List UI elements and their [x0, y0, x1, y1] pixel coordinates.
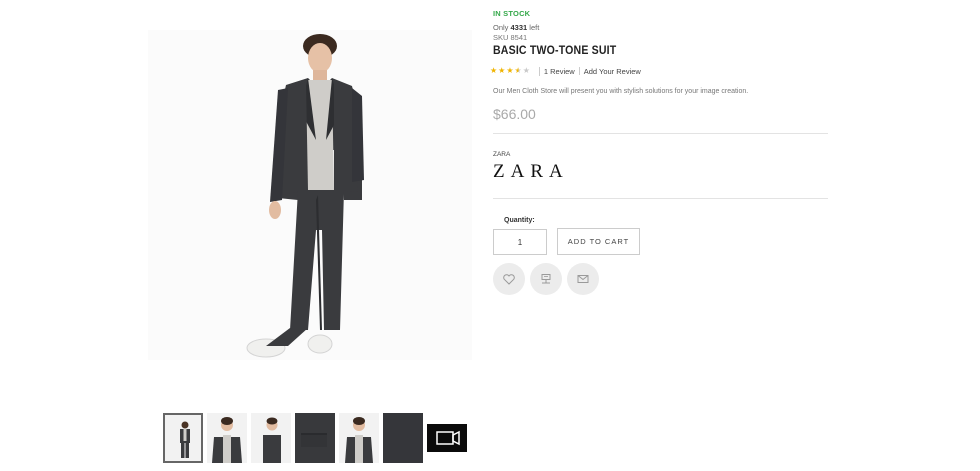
thumbnail-video[interactable]	[427, 413, 467, 463]
rating: ★ ★ ★ ★ ★ 1 Review Add Your Review	[490, 66, 641, 76]
thumbnail-6[interactable]	[383, 413, 423, 463]
availability-count: 4331	[510, 23, 528, 32]
thumbnail-5[interactable]	[339, 413, 379, 463]
star-icon: ★	[506, 66, 514, 75]
brand-logo[interactable]: ZARA	[493, 161, 569, 183]
heart-icon	[503, 273, 515, 285]
product-description: Our Men Cloth Store will present you wit…	[493, 88, 749, 95]
thumbnail-2[interactable]	[207, 413, 247, 463]
model-figure	[246, 34, 364, 358]
sku: SKU 8541	[493, 33, 528, 42]
divider	[493, 198, 828, 199]
star-half-icon: ★	[514, 66, 522, 75]
thumbnail-1[interactable]	[163, 413, 203, 463]
compare-button[interactable]	[530, 263, 562, 295]
compare-icon	[541, 274, 551, 284]
add-to-cart-button[interactable]: ADD TO CART	[557, 228, 640, 255]
quantity-label: Quantity:	[504, 217, 535, 224]
quantity-input[interactable]	[493, 229, 547, 255]
product-price: $66.00	[493, 106, 536, 122]
thumbnail-3[interactable]	[251, 413, 291, 463]
product-main-image[interactable]	[148, 30, 472, 360]
product-title: BASIC TWO-TONE SUIT	[493, 43, 617, 57]
star-empty-icon: ★	[522, 66, 530, 75]
stock-status: IN STOCK	[493, 9, 531, 18]
review-count-link[interactable]: 1 Review	[544, 67, 575, 76]
mail-icon	[577, 275, 589, 283]
email-button[interactable]	[567, 263, 599, 295]
star-icon: ★	[490, 66, 498, 75]
thumbnail-4[interactable]	[295, 413, 335, 463]
availability: Only 4331 left	[493, 23, 540, 32]
sku-value: 8541	[510, 33, 528, 42]
wishlist-button[interactable]	[493, 263, 525, 295]
add-review-link[interactable]: Add Your Review	[584, 67, 641, 76]
brand-label: ZARA	[493, 151, 511, 158]
star-icon: ★	[498, 66, 506, 75]
divider	[493, 133, 828, 134]
video-icon	[427, 413, 467, 463]
